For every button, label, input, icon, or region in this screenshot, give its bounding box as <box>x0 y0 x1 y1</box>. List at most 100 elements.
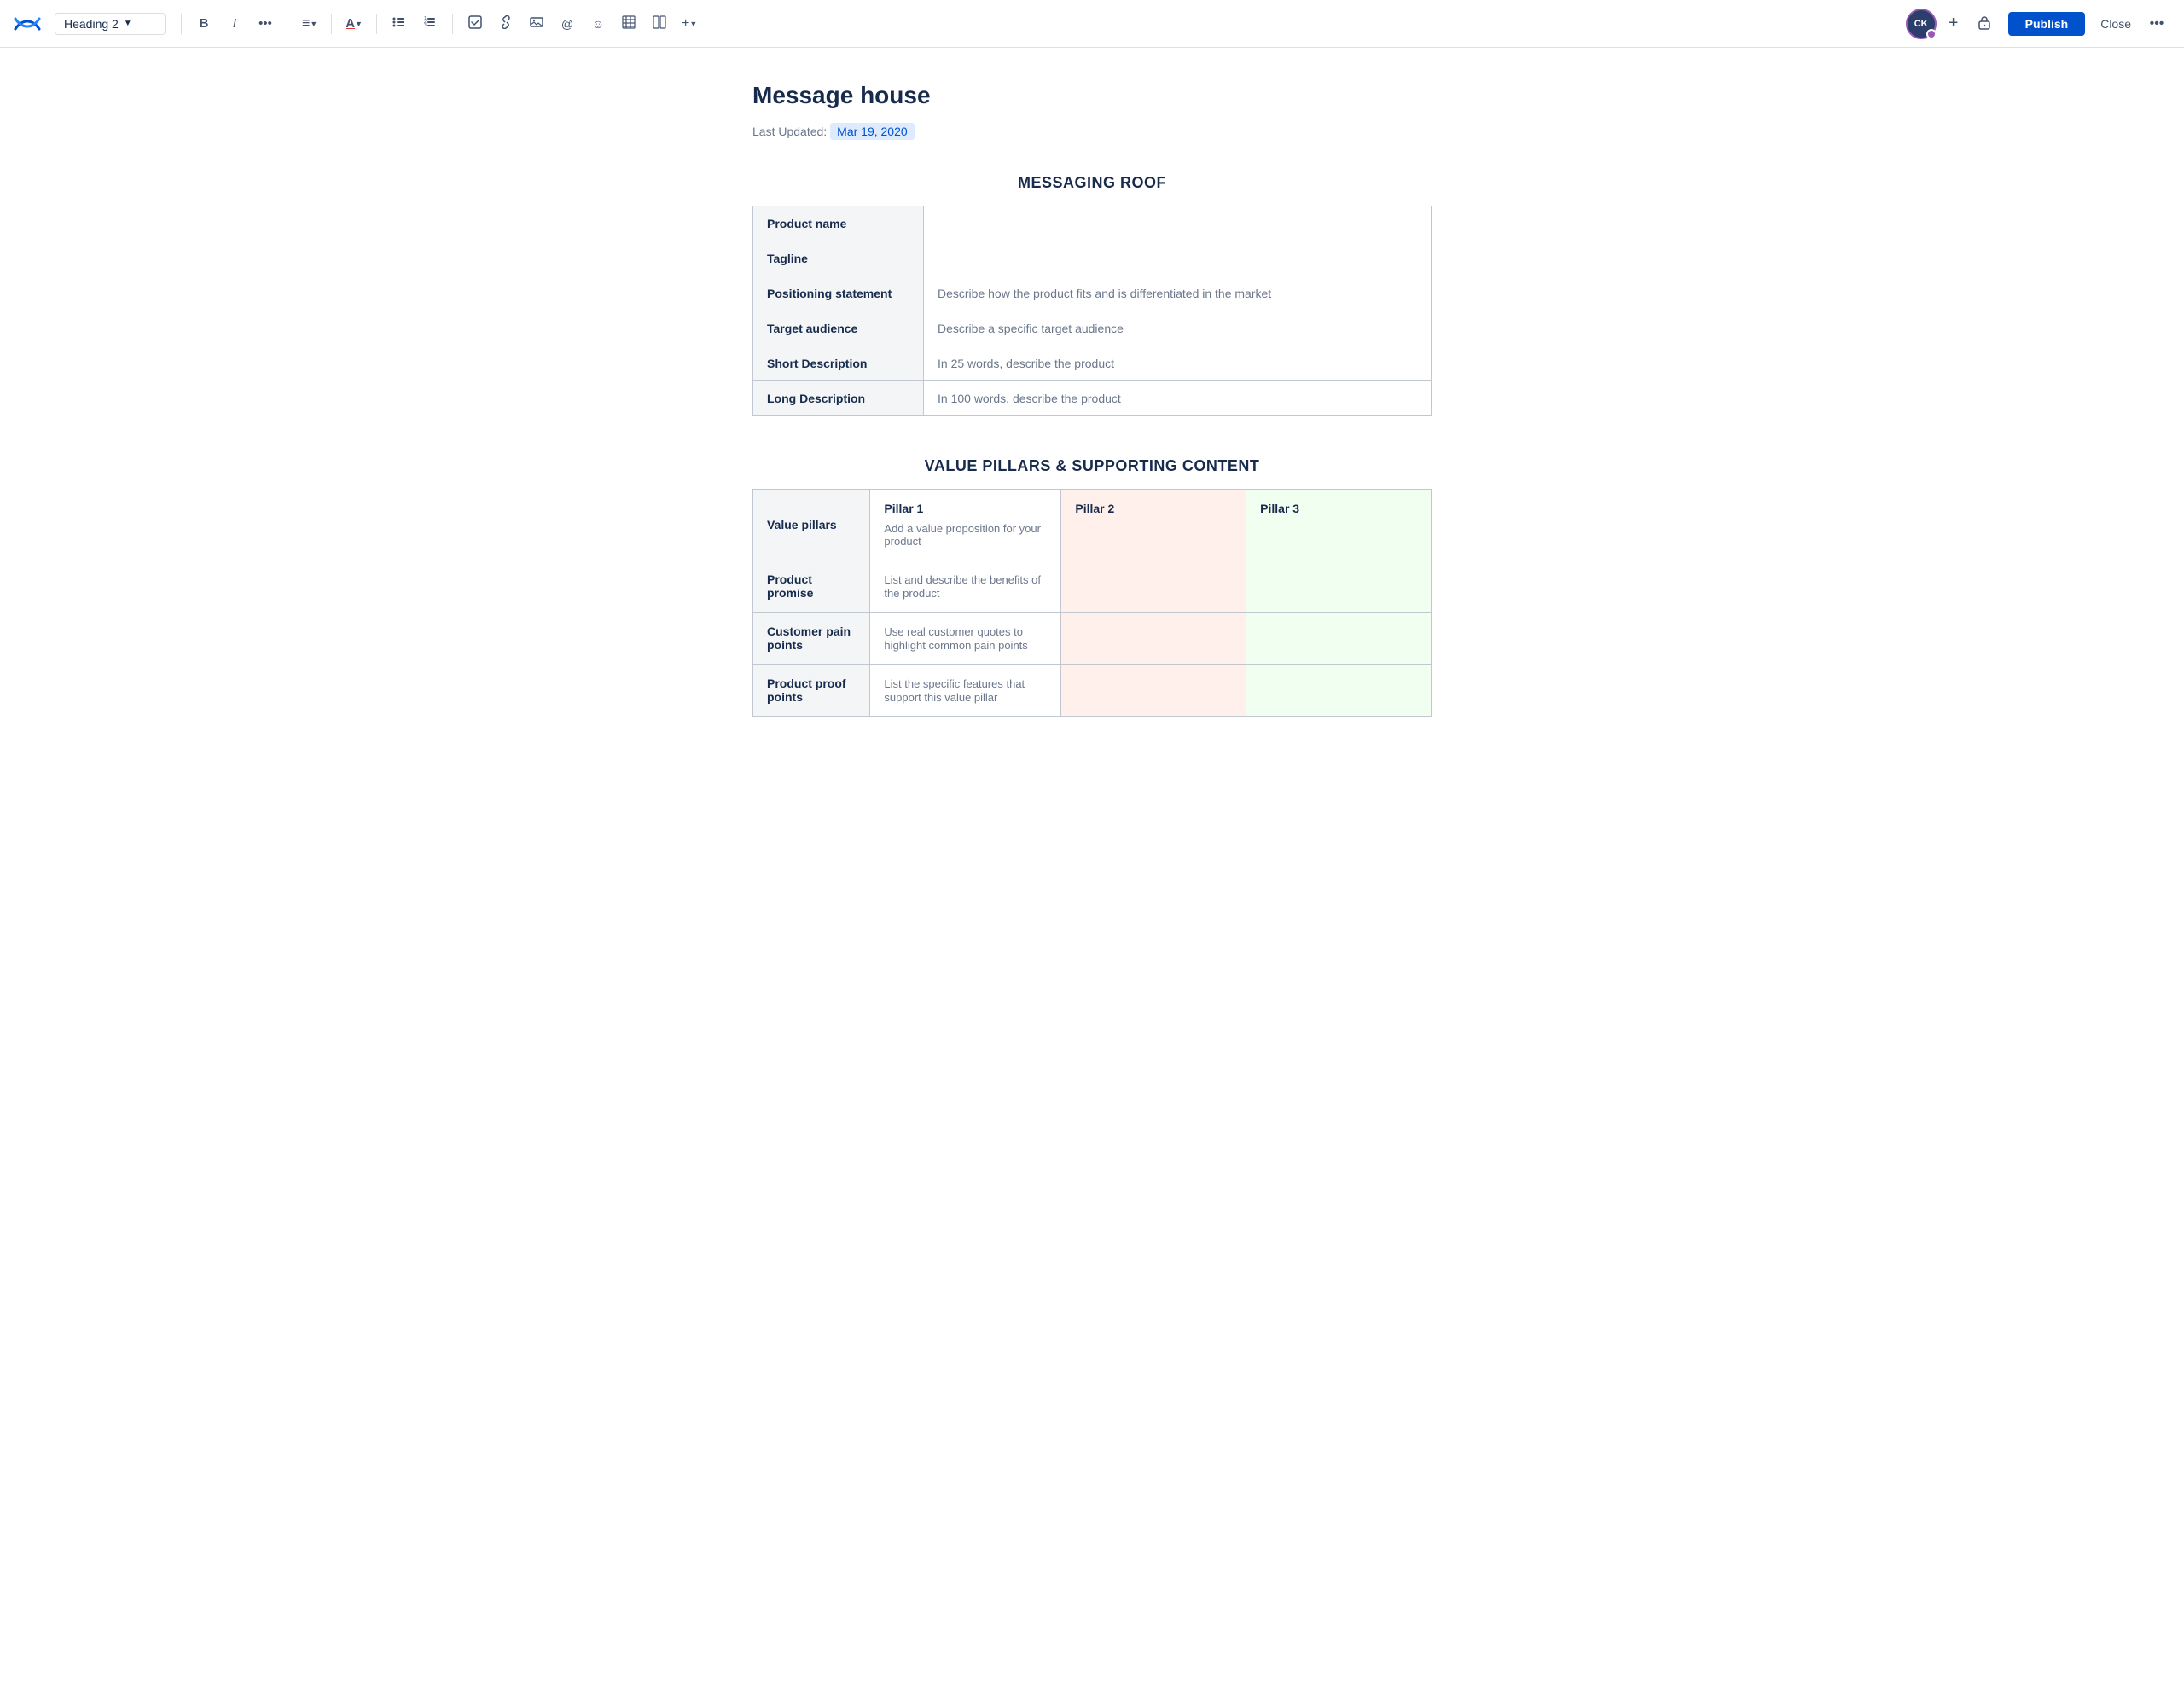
color-chevron: ▼ <box>355 20 363 28</box>
link-button[interactable] <box>492 10 520 38</box>
align-button[interactable]: ≡ ▼ <box>297 10 322 38</box>
emoji-icon: ☺ <box>592 17 604 31</box>
last-updated-label: Last Updated: <box>752 125 827 138</box>
svg-text:3: 3 <box>424 23 427 28</box>
row-label[interactable]: Tagline <box>753 241 924 276</box>
table-row: Short Description In 25 words, describe … <box>753 346 1432 381</box>
row-label[interactable]: Short Description <box>753 346 924 381</box>
pillar-3-title: Pillar 3 <box>1260 502 1417 515</box>
plus-icon: + <box>682 16 689 32</box>
lock-button[interactable] <box>1971 10 1998 38</box>
value-pillars-heading: VALUE PILLARS & SUPPORTING CONTENT <box>752 457 1432 475</box>
value-pillars-table: Value pillars Pillar 1 Add a value propo… <box>752 489 1432 717</box>
pillars-table-body: Value pillars Pillar 1 Add a value propo… <box>753 490 1432 717</box>
divider-5 <box>452 14 453 34</box>
pillar-2-cell[interactable] <box>1061 560 1246 613</box>
pillar-1-title: Pillar 1 <box>884 502 1047 515</box>
numbered-list-button[interactable]: 123 <box>416 10 444 38</box>
task-button[interactable] <box>462 10 489 38</box>
chevron-down-icon: ▼ <box>124 19 132 28</box>
table-row: Tagline <box>753 241 1432 276</box>
align-icon: ≡ <box>302 16 310 32</box>
lock-icon <box>1977 15 1992 32</box>
layout-button[interactable] <box>646 10 673 38</box>
row-value[interactable]: Describe how the product fits and is dif… <box>924 276 1432 311</box>
text-color-icon: A <box>346 16 355 31</box>
more-options-button[interactable]: ••• <box>2143 10 2170 38</box>
link-icon <box>499 15 513 32</box>
layout-icon <box>653 15 666 32</box>
add-button[interactable]: + <box>1940 10 1967 38</box>
pillar-1-cell[interactable]: Use real customer quotes to highlight co… <box>870 613 1061 665</box>
row-value[interactable] <box>924 206 1432 241</box>
pillar-2-cell[interactable] <box>1061 613 1246 665</box>
table-row: Product proof points List the specific f… <box>753 665 1432 717</box>
heading-selector[interactable]: Heading 2 ▼ <box>55 13 166 35</box>
divider-1 <box>181 14 182 34</box>
row-label[interactable]: Product name <box>753 206 924 241</box>
table-row: Long Description In 100 words, describe … <box>753 381 1432 416</box>
page-title: Message house <box>752 82 1432 109</box>
pillar-1-cell[interactable]: List and describe the benefits of the pr… <box>870 560 1061 613</box>
bullet-list-button[interactable] <box>386 10 413 38</box>
at-icon: @ <box>561 17 573 31</box>
roof-table-body: Product name Tagline Positioning stateme… <box>753 206 1432 416</box>
table-row: Product name <box>753 206 1432 241</box>
row-value[interactable]: Describe a specific target audience <box>924 311 1432 346</box>
heading-label: Heading 2 <box>64 17 119 31</box>
italic-button[interactable]: I <box>221 10 248 38</box>
emoji-button[interactable]: ☺ <box>584 10 612 38</box>
page-content: Message house Last Updated: Mar 19, 2020… <box>725 48 1459 809</box>
pillar-3-cell[interactable] <box>1246 665 1432 717</box>
avatar-badge <box>1926 29 1937 39</box>
row-value[interactable] <box>924 241 1432 276</box>
row-header: Product proof points <box>753 665 870 717</box>
row-header: Value pillars <box>753 490 870 560</box>
text-color-button[interactable]: A ▼ <box>340 10 368 38</box>
insert-chevron: ▼ <box>689 20 697 28</box>
confluence-logo[interactable] <box>14 10 41 38</box>
table-button[interactable] <box>615 10 642 38</box>
pillar-2-cell[interactable] <box>1061 665 1246 717</box>
table-row: Positioning statement Describe how the p… <box>753 276 1432 311</box>
last-updated-row: Last Updated: Mar 19, 2020 <box>752 123 1432 140</box>
user-avatar[interactable]: CK <box>1906 9 1937 39</box>
pillar-2-title: Pillar 2 <box>1075 502 1232 515</box>
table-row: Product promise List and describe the be… <box>753 560 1432 613</box>
numbered-icon: 123 <box>423 15 437 32</box>
divider-4 <box>376 14 377 34</box>
pillar-2-header-cell[interactable]: Pillar 2 <box>1061 490 1246 560</box>
pillar-1-subtitle: Add a value proposition for your product <box>884 522 1047 548</box>
table-row: Target audience Describe a specific targ… <box>753 311 1432 346</box>
pillar-3-cell[interactable] <box>1246 613 1432 665</box>
table-row: Value pillars Pillar 1 Add a value propo… <box>753 490 1432 560</box>
task-icon <box>468 15 482 32</box>
messaging-roof-heading: MESSAGING ROOF <box>752 174 1432 192</box>
table-row: Customer pain points Use real customer q… <box>753 613 1432 665</box>
row-label[interactable]: Target audience <box>753 311 924 346</box>
pillar-3-cell[interactable] <box>1246 560 1432 613</box>
row-label[interactable]: Positioning statement <box>753 276 924 311</box>
toolbar: Heading 2 ▼ B I ••• ≡ ▼ A ▼ 123 <box>0 0 2184 48</box>
more-dots-icon: ••• <box>2150 16 2164 32</box>
pillar-3-header-cell[interactable]: Pillar 3 <box>1246 490 1432 560</box>
row-header: Customer pain points <box>753 613 870 665</box>
row-header: Product promise <box>753 560 870 613</box>
bold-button[interactable]: B <box>190 10 218 38</box>
table-icon <box>622 15 636 32</box>
pillar-1-cell[interactable]: List the specific features that support … <box>870 665 1061 717</box>
row-value[interactable]: In 100 words, describe the product <box>924 381 1432 416</box>
insert-button[interactable]: + ▼ <box>677 10 702 38</box>
last-updated-value[interactable]: Mar 19, 2020 <box>830 123 915 140</box>
image-button[interactable] <box>523 10 550 38</box>
row-value[interactable]: In 25 words, describe the product <box>924 346 1432 381</box>
row-label[interactable]: Long Description <box>753 381 924 416</box>
close-button[interactable]: Close <box>2092 12 2140 36</box>
image-icon <box>530 15 543 32</box>
more-text-button[interactable]: ••• <box>252 10 279 38</box>
bullet-icon <box>392 15 406 32</box>
align-chevron: ▼ <box>310 20 317 28</box>
publish-button[interactable]: Publish <box>2008 12 2086 36</box>
mention-button[interactable]: @ <box>554 10 581 38</box>
pillar-1-header-cell[interactable]: Pillar 1 Add a value proposition for you… <box>870 490 1061 560</box>
